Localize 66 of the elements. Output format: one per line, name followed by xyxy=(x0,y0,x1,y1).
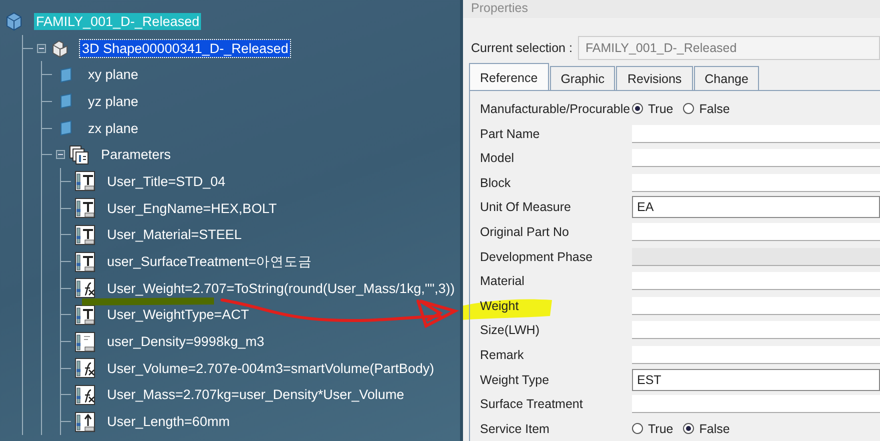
input-field[interactable] xyxy=(632,272,880,290)
field-label: Current selection : xyxy=(471,40,572,55)
tree-item[interactable]: xy plane xyxy=(86,66,140,84)
field-label: Size(LWH) xyxy=(480,323,540,338)
field-label: Development Phase xyxy=(480,250,594,264)
field-label: Surface Treatment xyxy=(480,397,584,412)
input-field[interactable] xyxy=(632,346,880,364)
tab[interactable]: Reference xyxy=(469,62,549,90)
field-label: Weight Type xyxy=(480,372,550,387)
input-field[interactable]: EA xyxy=(632,196,880,218)
input-field[interactable]: EST xyxy=(632,368,880,391)
radio-option[interactable]: False xyxy=(683,422,730,436)
input-field[interactable] xyxy=(632,321,880,340)
field-label: Model xyxy=(480,151,516,166)
tree-item[interactable]: User_Title=STD_04 xyxy=(105,172,228,190)
parameter-icon xyxy=(75,412,95,432)
tree-item[interactable]: Parameters xyxy=(99,146,173,164)
parameter-icon xyxy=(75,358,95,378)
field-label: Original Part No xyxy=(480,224,570,239)
collapse-toggle[interactable] xyxy=(56,150,65,160)
radio-option[interactable]: True xyxy=(632,102,674,116)
tab[interactable]: Change xyxy=(694,66,760,90)
input-field[interactable] xyxy=(632,296,880,315)
tab[interactable]: Revisions xyxy=(616,66,693,90)
collapse-toggle[interactable] xyxy=(37,44,46,53)
tree-item[interactable]: User_Weight=2.707=ToString(round(User_Mass/1kg,"",3)) xyxy=(105,280,457,297)
parameter-icon xyxy=(75,252,95,272)
parameter-icon xyxy=(75,384,95,405)
parameter-icon xyxy=(75,198,95,218)
tree-item[interactable]: yz plane xyxy=(86,92,140,110)
tree-item[interactable]: user_SurfaceTreatment=아연도금 xyxy=(105,252,314,272)
current-selection-field: FAMILY_001_D-_Released xyxy=(578,36,880,60)
tree-item[interactable]: User_WeightType=ACT xyxy=(105,306,251,324)
panel-title: Properties xyxy=(463,0,880,18)
input-field[interactable] xyxy=(632,124,880,143)
tree-item[interactable]: user_Density=9998kg_m3 xyxy=(105,333,266,350)
field-label: Weight xyxy=(480,298,520,313)
tree-item[interactable]: zx plane xyxy=(86,120,140,137)
field-label: Block xyxy=(480,176,512,190)
field-label: Material xyxy=(480,274,526,288)
input-field[interactable] xyxy=(632,174,880,192)
radio-option[interactable]: False xyxy=(683,102,730,116)
tab[interactable]: Graphic xyxy=(550,66,616,90)
input-field[interactable] xyxy=(632,149,880,168)
parameter-icon xyxy=(75,171,95,192)
field-label: Unit Of Measure xyxy=(480,200,572,214)
tree-item[interactable]: 3D Shape00000341_D-_Released xyxy=(80,40,290,57)
tree-item[interactable]: User_Material=STEEL xyxy=(105,226,244,244)
input-field[interactable] xyxy=(632,222,880,241)
parameter-icon xyxy=(75,278,95,298)
tree-item[interactable]: User_Volume=2.707e-004m3=smartVolume(PartBody) xyxy=(105,360,436,377)
tree-item[interactable]: User_EngName=HEX,BOLT xyxy=(105,200,279,217)
field-label: Remark xyxy=(480,348,525,362)
field-label: Part Name xyxy=(480,126,541,141)
parameters-icon xyxy=(69,144,89,165)
parameter-icon xyxy=(75,332,95,352)
field-label: Manufacturable/Procurable xyxy=(480,102,632,116)
tree-item[interactable]: User_Length=60mm xyxy=(105,413,232,430)
parameter-icon xyxy=(75,304,95,325)
tree-item[interactable]: User_Mass=2.707kg=user_Density*User_Volume xyxy=(105,386,406,404)
part-icon xyxy=(50,38,70,58)
field-label: Service Item xyxy=(480,422,550,436)
input-field[interactable] xyxy=(632,395,880,414)
parameter-icon xyxy=(75,224,95,245)
product-icon xyxy=(4,11,24,32)
radio-option[interactable]: True xyxy=(632,422,674,436)
